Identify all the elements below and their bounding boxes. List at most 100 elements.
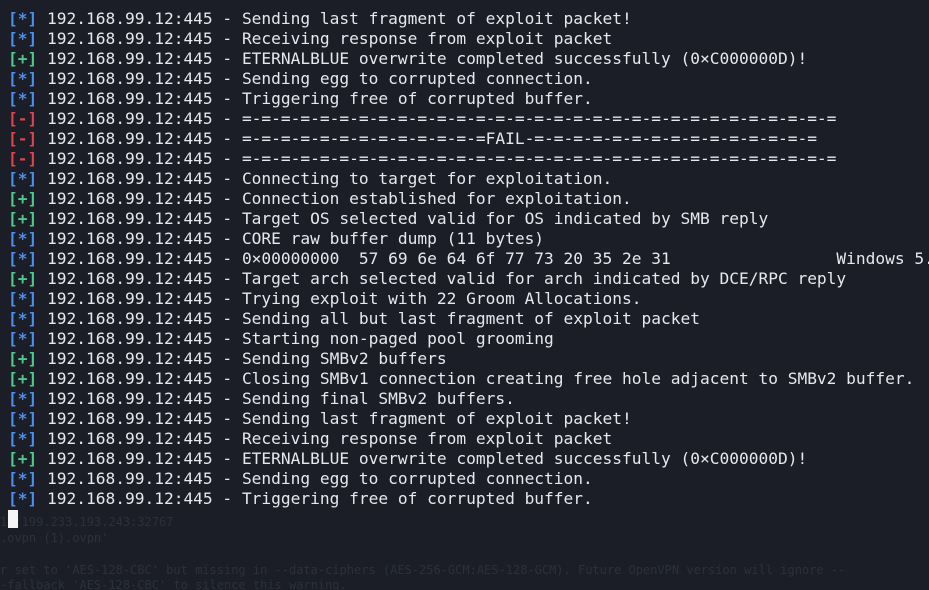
log-message: ETERNALBLUE overwrite completed successf… (241, 49, 808, 68)
status-bracket-close: ] (27, 209, 38, 228)
log-message: Target arch selected valid for arch indi… (241, 269, 847, 288)
log-message: =-=-=-=-=-=-=-=-=-=-=-=-=-=-=-=-=-=-=-=-… (241, 109, 837, 128)
status-symbol: * (17, 469, 28, 488)
terminal-line: [-] 192.168.99.12:445 - =-=-=-=-=-=-=-=-… (8, 149, 929, 169)
status-bracket-open: [ (8, 449, 18, 468)
terminal-line: [-] 192.168.99.12:445 - =-=-=-=-=-=-=-=-… (8, 109, 929, 129)
separator: - (212, 169, 242, 188)
status-bracket-open: [ (8, 49, 18, 68)
terminal-line: [*] 192.168.99.12:445 - 0×00000000 57 69… (8, 249, 929, 269)
status-bracket-open: [ (8, 409, 18, 428)
host-address: 192.168.99.12:445 (47, 329, 213, 348)
status-symbol: * (17, 169, 28, 188)
status-bracket-open: [ (8, 249, 18, 268)
terminal-line: [+] 192.168.99.12:445 - ETERNALBLUE over… (8, 49, 929, 69)
ghost-line: -fallback 'AES-128-CBC' to silence this … (0, 578, 347, 590)
host-address: 192.168.99.12:445 (47, 269, 213, 288)
status-bracket-open: [ (8, 349, 18, 368)
status-bracket-open: [ (8, 309, 18, 328)
host-address: 192.168.99.12:445 (47, 469, 213, 488)
status-bracket-close: ] (27, 409, 38, 428)
status-symbol: * (17, 429, 28, 448)
status-bracket-close: ] (27, 369, 38, 388)
status-bracket-open: [ (8, 389, 18, 408)
terminal-line: [*] 192.168.99.12:445 - Receiving respon… (8, 429, 929, 449)
log-message: Sending all but last fragment of exploit… (241, 309, 700, 328)
status-bracket-close: ] (27, 469, 38, 488)
host-address: 192.168.99.12:445 (47, 249, 213, 268)
host-address: 192.168.99.12:445 (47, 69, 213, 88)
separator: - (212, 309, 242, 328)
separator: - (212, 369, 242, 388)
status-bracket-close: ] (27, 309, 38, 328)
status-symbol: + (17, 269, 28, 288)
host-address: 192.168.99.12:445 (47, 129, 213, 148)
status-bracket-close: ] (27, 389, 38, 408)
status-bracket-close: ] (27, 169, 38, 188)
status-symbol: + (17, 369, 28, 388)
separator: - (212, 389, 242, 408)
status-bracket-open: [ (8, 489, 18, 508)
terminal-cursor (8, 510, 18, 528)
terminal-line: [*] 192.168.99.12:445 - Sending egg to c… (8, 469, 929, 489)
separator: - (212, 329, 242, 348)
log-message: =-=-=-=-=-=-=-=-=-=-=-=-=-=-=-=-=-=-=-=-… (241, 149, 837, 168)
terminal-line: [*] 192.168.99.12:445 - Receiving respon… (8, 29, 929, 49)
terminal-line: [*] 192.168.99.12:445 - Connecting to ta… (8, 169, 929, 189)
host-address: 192.168.99.12:445 (47, 29, 213, 48)
terminal-line: [+] 192.168.99.12:445 - Target arch sele… (8, 269, 929, 289)
log-message: Closing SMBv1 connection creating free h… (241, 369, 915, 388)
terminal-line: [-] 192.168.99.12:445 - =-=-=-=-=-=-=-=-… (8, 129, 929, 149)
host-address: 192.168.99.12:445 (47, 449, 213, 468)
log-message: =-=-=-=-=-=-=-=-=-=-=-=-=FAIL-=-=-=-=-=-… (241, 129, 817, 148)
log-message: Receiving response from exploit packet (241, 429, 613, 448)
status-bracket-open: [ (8, 209, 18, 228)
status-symbol: * (17, 409, 28, 428)
status-bracket-open: [ (8, 229, 18, 248)
log-message: Receiving response from exploit packet (241, 29, 613, 48)
status-bracket-open: [ (8, 289, 18, 308)
status-bracket-close: ] (27, 9, 38, 28)
status-bracket-open: [ (8, 429, 18, 448)
separator: - (212, 209, 242, 228)
separator: - (212, 469, 242, 488)
log-message: Sending final SMBv2 buffers. (241, 389, 515, 408)
terminal-line: [*] 192.168.99.12:445 - Sending egg to c… (8, 69, 929, 89)
host-address: 192.168.99.12:445 (47, 169, 213, 188)
separator: - (212, 89, 242, 108)
terminal-line: [*] 192.168.99.12:445 - Sending last fra… (8, 409, 929, 429)
status-symbol: * (17, 309, 28, 328)
log-message: Sending last fragment of exploit packet! (241, 9, 632, 28)
status-bracket-close: ] (27, 349, 38, 368)
status-bracket-close: ] (27, 429, 38, 448)
host-address: 192.168.99.12:445 (47, 389, 213, 408)
host-address: 192.168.99.12:445 (47, 489, 213, 508)
host-address: 192.168.99.12:445 (47, 409, 213, 428)
terminal-line: [+] 192.168.99.12:445 - Sending SMBv2 bu… (8, 349, 929, 369)
status-symbol: * (17, 249, 28, 268)
status-bracket-open: [ (8, 109, 18, 128)
log-message: Connection established for exploitation. (241, 189, 632, 208)
host-address: 192.168.99.12:445 (47, 49, 213, 68)
terminal-window[interactable]: 1]:199.233.193.243:32767 .ovpn (1).ovpn'… (0, 0, 929, 590)
status-symbol: * (17, 289, 28, 308)
host-address: 192.168.99.12:445 (47, 89, 213, 108)
separator: - (212, 349, 242, 368)
status-symbol: * (17, 329, 28, 348)
terminal-line: [*] 192.168.99.12:445 - Sending final SM… (8, 389, 929, 409)
terminal-line: [+] 192.168.99.12:445 - Closing SMBv1 co… (8, 369, 929, 389)
terminal-line: [*] 192.168.99.12:445 - Triggering free … (8, 489, 929, 509)
host-address: 192.168.99.12:445 (47, 429, 213, 448)
status-bracket-close: ] (27, 449, 38, 468)
status-symbol: + (17, 209, 28, 228)
log-message: Trying exploit with 22 Groom Allocations… (241, 289, 642, 308)
status-bracket-open: [ (8, 69, 18, 88)
separator: - (212, 489, 242, 508)
log-message: Triggering free of corrupted buffer. (241, 489, 593, 508)
status-bracket-close: ] (27, 69, 38, 88)
status-symbol: + (17, 49, 28, 68)
status-bracket-open: [ (8, 189, 18, 208)
host-address: 192.168.99.12:445 (47, 289, 213, 308)
status-bracket-open: [ (8, 149, 18, 168)
terminal-line: [*] 192.168.99.12:445 - Trying exploit w… (8, 289, 929, 309)
